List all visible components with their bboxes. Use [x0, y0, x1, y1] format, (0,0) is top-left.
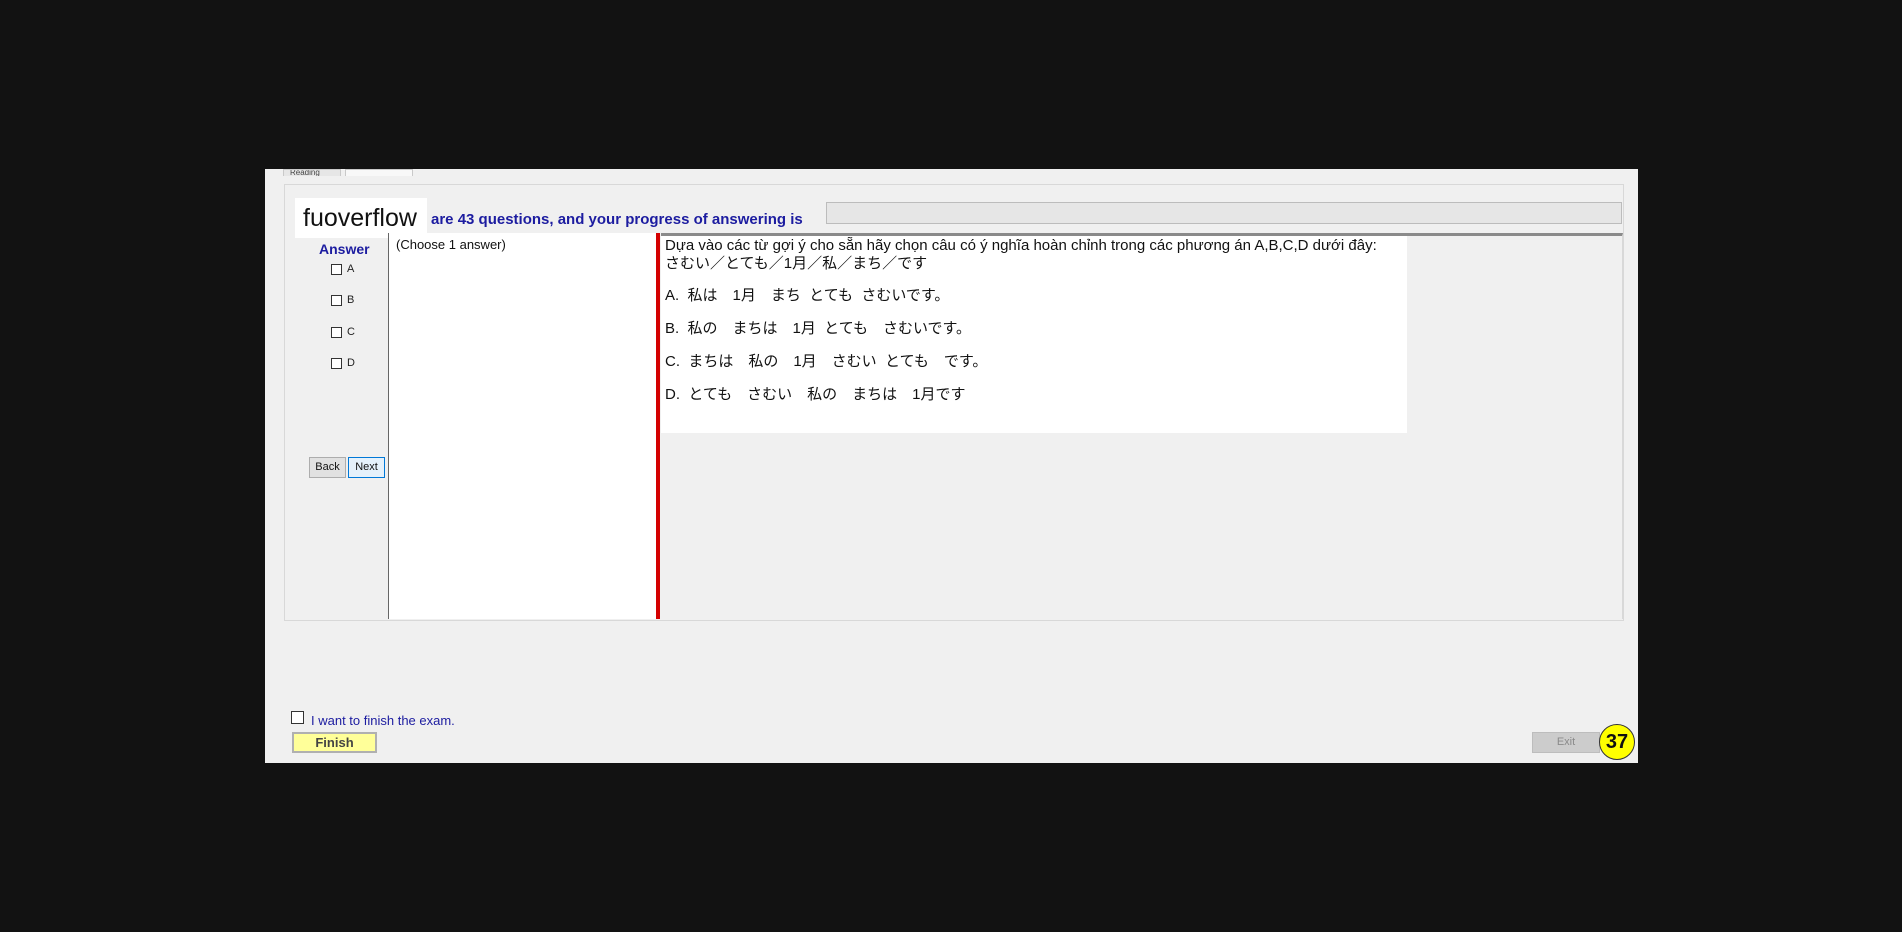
- progress-bar: [826, 202, 1622, 224]
- option-label-d: D: [347, 357, 355, 369]
- brand-watermark: fuoverflow: [295, 198, 427, 238]
- progress-label: are 43 questions, and your progress of a…: [431, 211, 803, 228]
- question-hint: さむい／とても／1月／私／まち／です: [665, 255, 928, 272]
- question-choice-a: A. 私は 1月 まち とても さむいです。: [665, 287, 950, 304]
- checkbox-d[interactable]: [331, 358, 342, 369]
- question-box: Dựa vào các từ gợi ý cho sẵn hãy chọn câ…: [661, 236, 1407, 433]
- checkbox-c[interactable]: [331, 327, 342, 338]
- finish-checkbox[interactable]: [291, 711, 304, 724]
- tab-strip: Reading: [283, 169, 413, 176]
- option-label-c: C: [347, 326, 355, 338]
- question-choice-b: B. 私の まちは 1月 とても さむいです。: [665, 320, 972, 337]
- back-button[interactable]: Back: [309, 457, 346, 478]
- answer-title: Answer: [319, 241, 370, 257]
- tab-second[interactable]: [345, 169, 413, 176]
- panel-splitter[interactable]: [656, 233, 660, 619]
- tab-reading[interactable]: Reading: [283, 169, 341, 176]
- finish-button[interactable]: Finish: [292, 732, 377, 753]
- exam-window: Reading fuoverflow are 43 questions, and…: [265, 169, 1638, 763]
- choose-instruction: (Choose 1 answer): [396, 237, 506, 252]
- option-label-a: A: [347, 263, 355, 275]
- choose-panel: (Choose 1 answer): [388, 233, 656, 619]
- exam-group: fuoverflow are 43 questions, and your pr…: [284, 184, 1624, 621]
- question-area: Dựa vào các từ gợi ý cho sẵn hãy chọn câ…: [661, 233, 1623, 619]
- question-choice-c: C. まちは 私の 1月 さむい とても です。: [665, 353, 988, 370]
- exit-button[interactable]: Exit: [1532, 732, 1600, 753]
- next-button[interactable]: Next: [348, 457, 385, 478]
- question-choice-d: D. とても さむい 私の まちは 1月です: [665, 386, 966, 403]
- timer-badge: 37: [1599, 724, 1635, 760]
- checkbox-a[interactable]: [331, 264, 342, 275]
- finish-checkbox-label[interactable]: I want to finish the exam.: [311, 713, 455, 728]
- checkbox-b[interactable]: [331, 295, 342, 306]
- option-label-b: B: [347, 294, 355, 306]
